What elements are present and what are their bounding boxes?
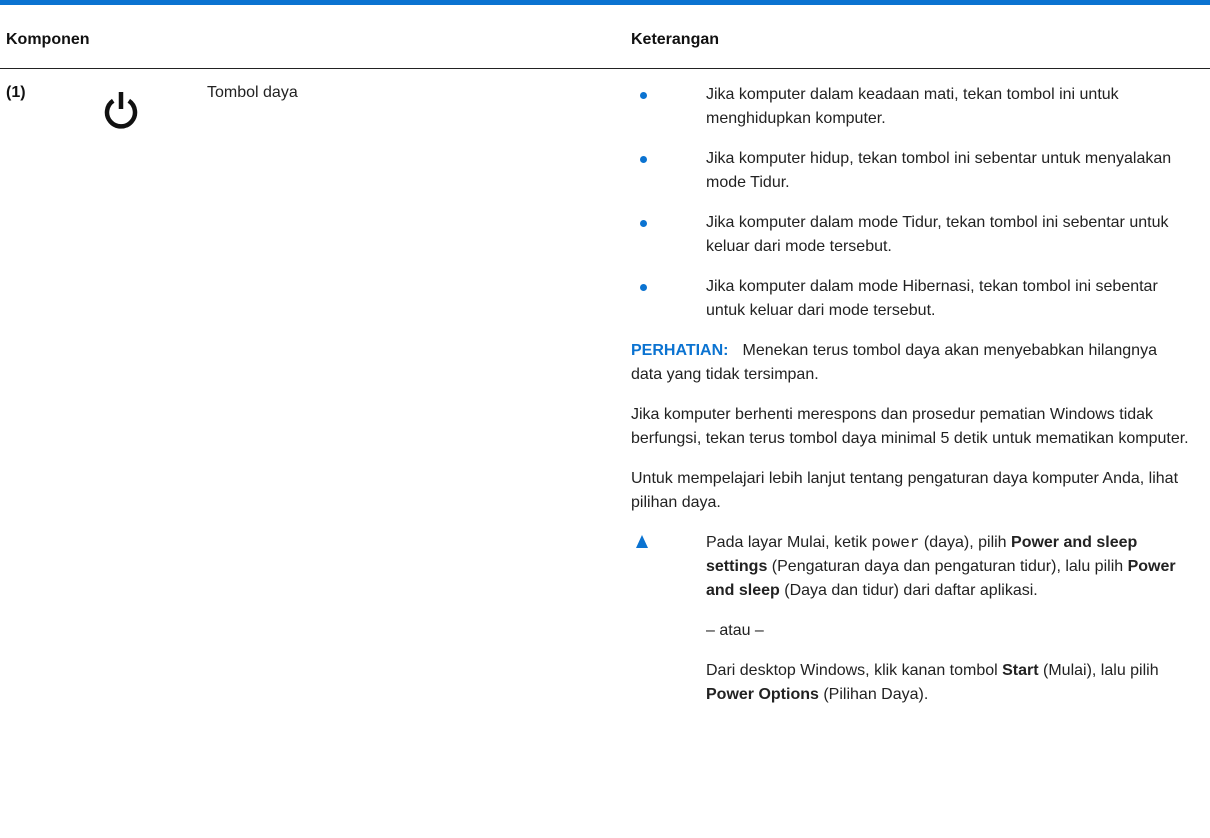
paragraph-unresponsive: Jika komputer berhenti merespons dan pro…: [631, 406, 1189, 447]
code-power: power: [871, 534, 920, 552]
column-header-description: Keterangan: [631, 31, 720, 48]
bullet-icon: [640, 284, 647, 291]
page: Komponen Keterangan (1) Tombol daya Jika…: [0, 0, 1210, 838]
list-item: Jika komputer dalam mode Hibernasi, teka…: [631, 275, 1191, 323]
triangle-icon: [636, 535, 648, 548]
or-separator: – atau –: [706, 622, 764, 639]
list-item: Jika komputer hidup, tekan tombol ini se…: [631, 147, 1191, 195]
bullet-icon: [640, 156, 647, 163]
bullet-icon: [640, 220, 647, 227]
caution-label: PERHATIAN:: [631, 342, 729, 359]
paragraph-learn-more: Untuk mempelajari lebih lanjut tentang p…: [631, 470, 1179, 511]
bullet-icon: [640, 92, 647, 99]
row-number: (1): [6, 84, 26, 101]
table-header: Komponen Keterangan: [0, 5, 1210, 69]
caution-note: PERHATIAN: Menekan terus tombol daya akan…: [631, 339, 1191, 387]
component-name: Tombol daya: [207, 84, 298, 101]
power-icon: [104, 92, 138, 129]
list-item: Jika komputer dalam keadaan mati, tekan …: [631, 83, 1191, 131]
list-item: Jika komputer dalam mode Tidur, tekan to…: [631, 211, 1191, 259]
description-cell: Jika komputer dalam keadaan mati, tekan …: [631, 83, 1191, 723]
column-header-component: Komponen: [6, 31, 90, 48]
bullet-list: Jika komputer dalam keadaan mati, tekan …: [631, 83, 1191, 323]
instruction-step: Pada layar Mulai, ketik power (daya), pi…: [631, 531, 1191, 603]
alternative-step: Dari desktop Windows, klik kanan tombol …: [706, 662, 1159, 703]
